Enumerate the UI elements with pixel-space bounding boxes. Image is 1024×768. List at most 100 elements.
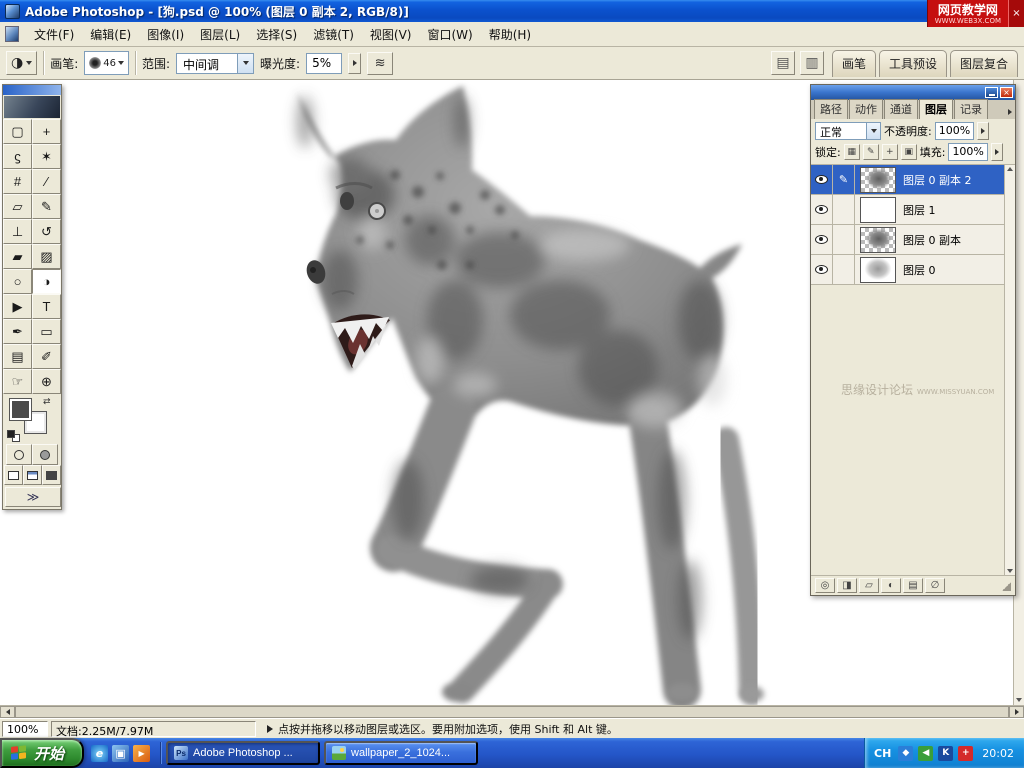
tool-move[interactable]: + [32,119,61,144]
tool-crop[interactable]: # [3,169,32,194]
blend-mode-dropdown[interactable]: 正常 [815,122,881,140]
show-desktop-icon[interactable]: ▣ [112,744,130,762]
foreground-color-swatch[interactable] [9,398,32,421]
scrollbar-thumb[interactable] [15,706,1009,718]
tool-gradient[interactable]: ▨ [32,244,61,269]
start-button[interactable]: 开始 [0,738,85,768]
layer-thumbnail[interactable] [860,256,896,283]
standard-mode-button[interactable] [6,444,32,465]
palette-scrollbar[interactable] [1004,165,1015,575]
menu-filter[interactable]: 滤镜(T) [305,22,362,47]
tab-layers[interactable]: 图层 [919,99,953,119]
lock-position-button[interactable]: + [881,144,898,160]
tool-magic-wand[interactable]: ✶ [32,144,61,169]
lock-transparency-button[interactable]: ▦ [843,144,860,160]
layer-set-button[interactable]: ▱ [859,578,879,593]
tool-path-selection[interactable]: ▶ [3,294,32,319]
volume-icon[interactable]: ◀ [918,745,934,761]
palette-minimize-button[interactable] [985,87,998,98]
tab-paths[interactable]: 路径 [814,99,848,119]
layer-name[interactable]: 图层 0 [901,262,936,278]
menu-help[interactable]: 帮助(H) [481,22,539,47]
tool-dodge[interactable]: ◑ [32,269,61,294]
layer-mask-button[interactable]: ◨ [837,578,857,593]
layer-row[interactable]: 图层 0 [811,255,1004,285]
ad-close-button[interactable]: × [1008,0,1024,27]
toolbox-titlebar[interactable] [3,85,61,95]
layer-name[interactable]: 图层 0 副本 [901,232,961,248]
menu-layer[interactable]: 图层(L) [192,22,248,47]
language-indicator[interactable]: CH [874,747,891,760]
tool-notes[interactable]: ▤ [3,344,32,369]
menu-view[interactable]: 视图(V) [362,22,420,47]
internet-explorer-icon[interactable]: e [91,744,109,762]
standard-screen-button[interactable] [3,465,23,485]
file-browser-button[interactable]: ▤ [770,51,795,75]
document-size-field[interactable]: 文档:2.25M/7.97M [51,720,256,738]
lock-paint-button[interactable]: ✎ [862,144,879,160]
layer-row[interactable]: ✎ 图层 0 副本 2 [811,165,1004,195]
layer-row[interactable]: 图层 0 副本 [811,225,1004,255]
delete-layer-button[interactable]: ∅ [925,578,945,593]
layer-thumbnail[interactable] [860,166,896,193]
tool-slice[interactable]: ∕ [32,169,61,194]
adjustment-layer-button[interactable]: ◐ [881,578,901,593]
window-titlebar[interactable]: Adobe Photoshop - [狗.psd @ 100% (图层 0 副本… [0,0,1024,22]
well-tab-brushes[interactable]: 画笔 [831,50,876,77]
menu-file[interactable]: 文件(F) [26,22,82,47]
well-tab-layer-comps[interactable]: 图层复合 [949,50,1018,77]
tool-brush[interactable]: ✎ [32,194,61,219]
layer-thumbnail[interactable] [860,196,896,223]
menu-window[interactable]: 窗口(W) [419,22,480,47]
layer-row[interactable]: 图层 1 [811,195,1004,225]
layer-style-button[interactable]: ◎ [815,578,835,593]
opacity-input[interactable]: 100% [934,122,975,140]
resize-grip[interactable] [1001,580,1011,591]
antivirus-icon[interactable]: K [938,745,954,761]
fill-input[interactable]: 100% [948,143,988,161]
scroll-right-button[interactable] [1009,706,1024,718]
tool-zoom[interactable]: ⊕ [32,369,61,394]
security-icon[interactable]: + [958,745,974,761]
menu-select[interactable]: 选择(S) [248,22,305,47]
fullscreen-button[interactable] [41,465,61,485]
tab-channels[interactable]: 通道 [884,99,918,119]
lock-all-button[interactable]: ▣ [900,144,917,160]
layer-name[interactable]: 图层 1 [901,202,936,218]
taskbar-item-wallpaper[interactable]: wallpaper_2_1024... [324,741,479,765]
visibility-toggle[interactable] [811,255,833,284]
visibility-toggle[interactable] [811,165,833,194]
tool-type[interactable]: T [32,294,61,319]
range-dropdown[interactable]: 中间调 [176,52,255,74]
brush-preset-picker[interactable]: 46 [84,51,129,75]
quick-mask-button[interactable] [32,444,58,465]
zoom-level-field[interactable]: 100% [2,720,48,737]
tool-preset-picker[interactable]: ◑ [6,51,38,75]
opacity-slider-button[interactable] [977,122,990,140]
dropdown-arrow-button[interactable] [237,53,254,73]
jump-to-imageready-button[interactable]: ≫ [5,487,61,507]
menu-edit[interactable]: 编辑(E) [82,22,139,47]
default-colors-icon[interactable] [7,430,22,442]
fullscreen-menubar-button[interactable] [22,465,42,485]
tool-hand[interactable]: ☞ [3,369,32,394]
swap-colors-icon[interactable]: ⇄ [43,397,51,407]
tool-eraser[interactable]: ▰ [3,244,32,269]
printer-button[interactable]: ▥ [799,51,824,75]
visibility-toggle[interactable] [811,225,833,254]
fill-slider-button[interactable] [990,143,1003,161]
tool-history-brush[interactable]: ↺ [32,219,61,244]
tool-eyedropper[interactable]: ✐ [32,344,61,369]
tool-clone-stamp[interactable]: ⊥ [3,219,32,244]
tool-lasso[interactable]: ϛ [3,144,32,169]
layer-name[interactable]: 图层 0 副本 2 [901,172,972,188]
scroll-left-button[interactable] [0,706,15,718]
dropdown-arrow-button[interactable] [866,123,880,139]
visibility-toggle[interactable] [811,195,833,224]
network-icon[interactable]: ◆ [898,745,914,761]
tool-healing-brush[interactable]: ▱ [3,194,32,219]
new-layer-button[interactable]: ▤ [903,578,923,593]
menu-image[interactable]: 图像(I) [139,22,192,47]
tool-shape[interactable]: ▭ [32,319,61,344]
horizontal-scrollbar[interactable] [0,705,1024,718]
